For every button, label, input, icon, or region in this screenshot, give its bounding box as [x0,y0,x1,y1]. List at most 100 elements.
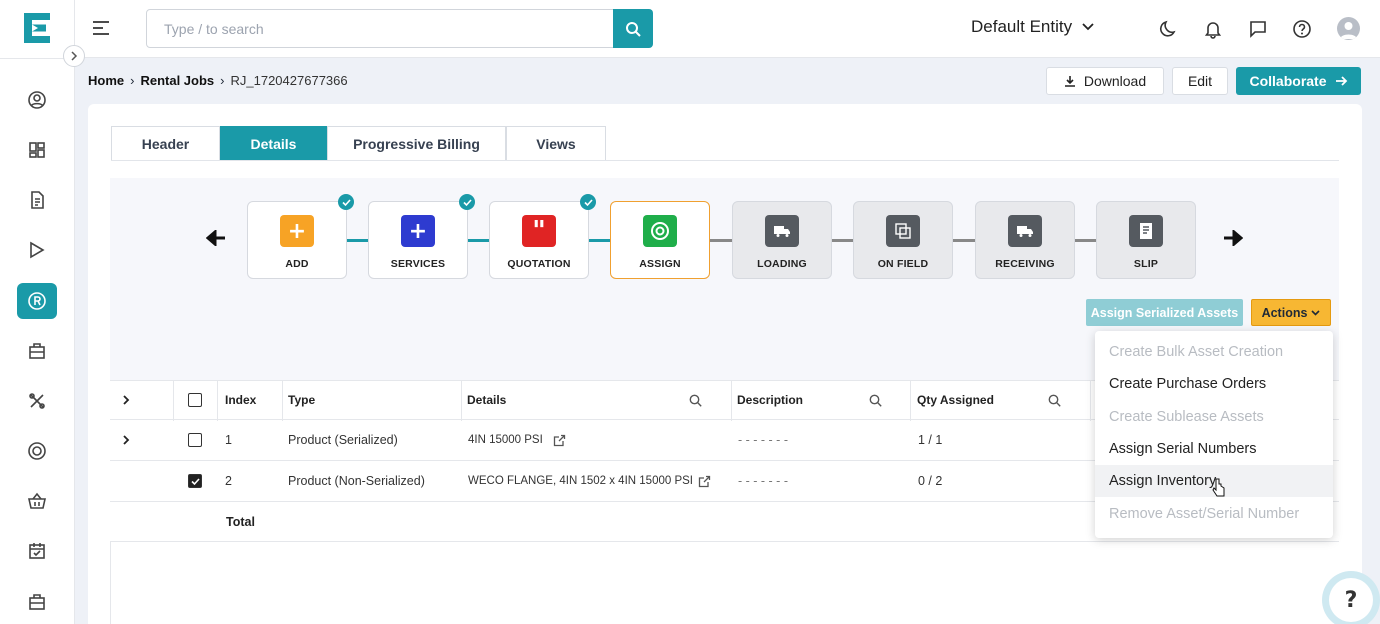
menu-item-create-sublease-assets: Create Sublease Assets [1109,408,1264,425]
column-description[interactable]: Description [737,381,803,419]
tab-header[interactable]: Header [111,126,220,160]
step-connector [709,239,732,242]
expand-row-icon[interactable] [122,420,130,460]
row-index: 1 [225,433,232,447]
help-widget[interactable]: ? [1322,571,1380,624]
help-icon[interactable] [1291,18,1313,40]
rental-icon[interactable] [17,283,57,319]
tag-icon[interactable] [17,232,57,268]
row-checkbox[interactable] [188,420,202,460]
step-add[interactable]: + ADD [247,194,354,279]
column-details[interactable]: Details [467,381,506,419]
step-loading[interactable]: LOADING [732,201,832,279]
actions-label: Actions [1261,305,1308,320]
table-border [110,542,111,624]
row-type: Product (Non-Serialized) [288,474,425,488]
tab-divider [111,160,1339,161]
arrow-right-icon[interactable] [1223,230,1243,246]
row-type: Product (Serialized) [288,433,398,447]
case-icon[interactable] [17,584,57,620]
menu-icon[interactable] [91,18,111,38]
assign-serialized-assets-button[interactable]: Assign Serialized Assets [1086,299,1243,326]
chat-icon[interactable] [1247,18,1269,40]
collaborate-button[interactable]: Collaborate [1236,67,1361,95]
menu-item-create-purchase-orders[interactable]: Create Purchase Orders [1095,368,1333,400]
search-icon[interactable] [1048,381,1061,419]
tools-icon[interactable] [17,383,57,419]
step-label: ASSIGN [639,258,681,270]
step-label: ON FIELD [877,258,929,270]
expand-all-icon[interactable] [122,381,130,419]
breadcrumb-rental-jobs[interactable]: Rental Jobs [140,73,214,88]
target-icon[interactable] [17,433,57,469]
external-link-icon[interactable] [553,420,566,460]
row-details: 4IN 15000 PSI [468,434,543,446]
tab-views[interactable]: Views [506,126,606,160]
download-label: Download [1083,73,1147,89]
search-icon[interactable] [869,381,882,419]
step-connector [466,239,489,242]
chevron-right-icon [71,51,78,61]
field-icon [886,215,920,247]
top-bar: Type / to search Default Entity [75,0,1380,58]
row-qty: 0 / 2 [918,474,943,488]
step-on-field[interactable]: ON FIELD [853,201,953,279]
step-slip[interactable]: SLIP [1096,201,1196,279]
chevron-down-icon [1082,23,1094,31]
step-services[interactable]: + SERVICES [368,194,475,279]
calendar-icon[interactable] [17,533,57,569]
search-icon[interactable] [689,381,702,419]
step-connector [345,239,368,242]
menu-item-remove-asset: Remove Asset/Serial Number [1109,505,1300,522]
dashboard-icon[interactable] [17,132,57,168]
avatar[interactable] [1337,17,1360,40]
row-description: - - - - - - - [738,433,788,447]
assign-serialized-label: Assign Serialized Assets [1090,305,1239,320]
menu-item-assign-serial-numbers[interactable]: Assign Serial Numbers [1095,433,1333,465]
actions-dropdown-menu: Create Bulk Asset Creation Create Purcha… [1095,331,1333,538]
bell-icon[interactable] [1202,18,1224,40]
entity-selector[interactable]: Default Entity [971,17,1094,37]
breadcrumb-current: RJ_1720427677366 [230,73,348,88]
step-receiving[interactable]: RECEIVING [975,201,1075,279]
entity-label: Default Entity [971,17,1073,36]
step-connector [588,239,611,242]
basket-icon[interactable] [17,483,57,519]
cursor-icon [1212,478,1225,497]
step-label: SERVICES [390,258,446,270]
step-quotation[interactable]: " QUOTATION [489,194,596,279]
column-qty-assigned[interactable]: Qty Assigned [917,381,994,419]
external-link-icon[interactable] [698,461,711,501]
collaborate-label: Collaborate [1249,73,1327,89]
search-placeholder: Type / to search [164,20,264,37]
row-details: WECO FLANGE, 4IN 1502 x 4IN 15000 PSI [468,475,693,487]
menu-item-create-bulk-asset: Create Bulk Asset Creation [1109,344,1284,361]
step-assign[interactable]: ASSIGN [610,201,710,279]
plus-icon: + [401,215,435,247]
truck-icon [1008,215,1042,247]
step-label: LOADING [757,258,807,270]
search-button[interactable] [613,9,653,48]
sidebar-expand-button[interactable] [63,45,85,67]
column-index[interactable]: Index [225,381,256,419]
app-logo[interactable] [24,13,50,43]
tab-progressive-billing[interactable]: Progressive Billing [327,126,506,160]
search-input[interactable]: Type / to search [146,9,614,48]
row-checkbox[interactable] [188,461,202,501]
slip-icon [1129,215,1163,247]
breadcrumb-home[interactable]: Home [88,73,124,88]
tab-details[interactable]: Details [220,126,327,160]
left-sidebar [0,0,75,624]
arrow-right-icon [1335,76,1347,86]
row-qty: 1 / 1 [918,433,943,447]
download-button[interactable]: Download [1046,67,1164,95]
arrow-left-icon[interactable] [206,230,226,246]
actions-button[interactable]: Actions [1251,299,1331,326]
document-icon[interactable] [17,182,57,218]
profile-icon[interactable] [17,82,57,118]
select-all-checkbox[interactable] [188,381,202,419]
edit-button[interactable]: Edit [1172,67,1228,95]
dark-mode-icon[interactable] [1158,18,1180,40]
column-type[interactable]: Type [288,381,315,419]
briefcase-icon[interactable] [17,333,57,369]
